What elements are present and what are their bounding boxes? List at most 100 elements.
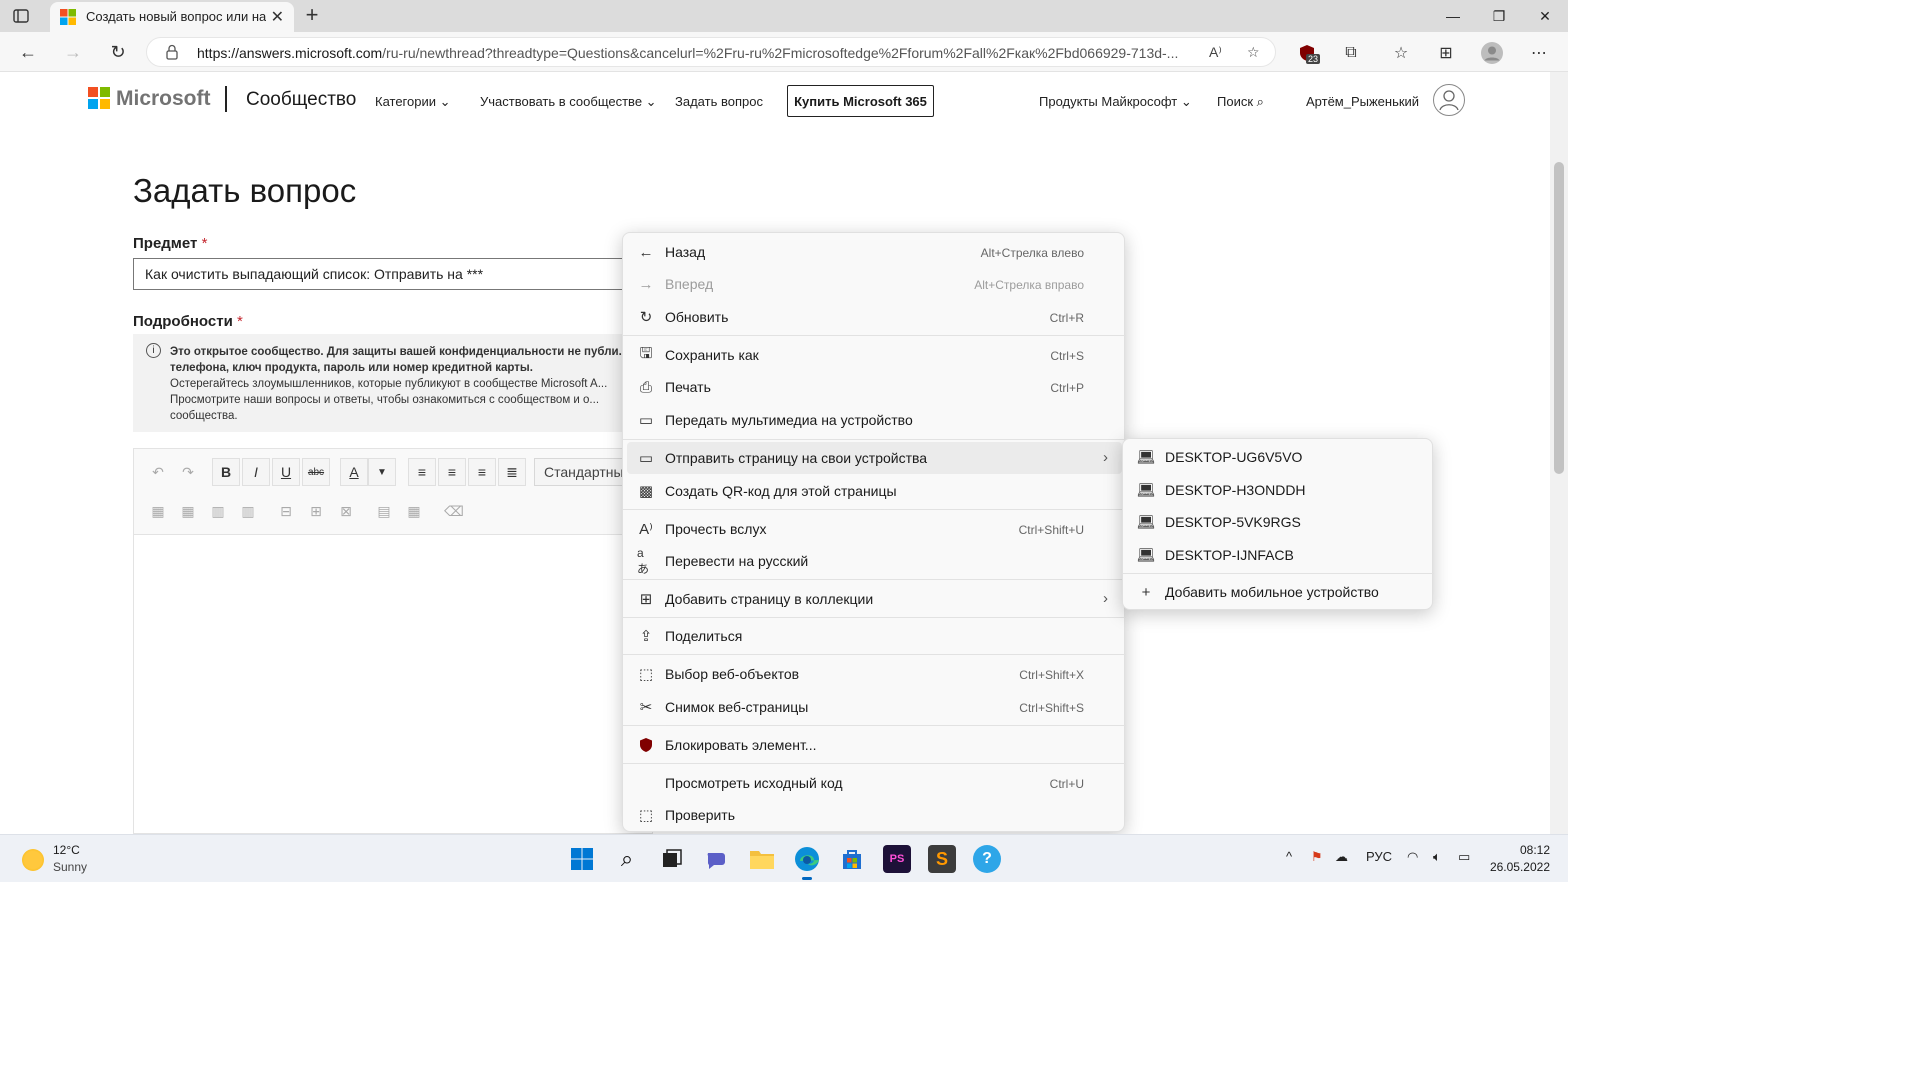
align-left-icon[interactable]: ≡ xyxy=(408,458,436,486)
tab-actions-icon[interactable] xyxy=(12,7,30,25)
align-right-icon[interactable]: ≡ xyxy=(468,458,496,486)
table-cell-icon[interactable]: ▤ xyxy=(370,497,398,525)
menu-item-web-capture[interactable]: ✂ Снимок веб-страницы Ctrl+Shift+S xyxy=(627,691,1122,723)
read-aloud-icon[interactable]: A⁾ xyxy=(1209,44,1227,62)
page-scrollbar[interactable] xyxy=(1550,72,1568,834)
menu-item-save-as[interactable]: 🖫 Сохранить как Ctrl+S xyxy=(627,339,1122,371)
device-item[interactable]: 💻︎ DESKTOP-5VK9RGS xyxy=(1127,506,1430,538)
insert-table-icon[interactable]: ▦ xyxy=(144,497,172,525)
rich-text-editor[interactable]: ↶ ↷ B I U abc A ▼ ≡ ≡ ≡ ≣ Стандартный ▦ … xyxy=(133,448,674,834)
forward-icon[interactable]: → xyxy=(61,40,85,64)
clear-formatting-icon[interactable]: ⌫ xyxy=(440,497,468,525)
menu-item-qr-code[interactable]: ▩ Создать QR-код для этой страницы xyxy=(627,475,1122,507)
italic-icon[interactable]: I xyxy=(242,458,270,486)
more-options-icon[interactable]: ⋯ xyxy=(1528,42,1550,64)
nav-ask-question[interactable]: Задать вопрос xyxy=(675,94,763,109)
edge-browser-icon[interactable] xyxy=(793,845,821,880)
profile-avatar-icon[interactable] xyxy=(1481,42,1503,64)
nav-categories[interactable]: Категории ⌄ xyxy=(375,94,451,110)
table-rows-icon[interactable]: ▦ xyxy=(174,497,202,525)
menu-item-forward[interactable]: → Вперед Alt+Стрелка вправо xyxy=(627,268,1122,300)
volume-icon[interactable]: 🔈︎ xyxy=(1433,849,1441,865)
align-justify-icon[interactable]: ≣ xyxy=(498,458,526,486)
phpstorm-icon[interactable]: PS xyxy=(883,845,911,873)
device-item[interactable]: 💻︎ DESKTOP-IJNFACB xyxy=(1127,539,1430,571)
menu-item-back[interactable]: ← Назад Alt+Стрелка влево xyxy=(627,236,1122,268)
get-help-icon[interactable]: ? xyxy=(973,845,1001,873)
input-language[interactable]: РУС xyxy=(1366,849,1392,864)
strikethrough-icon[interactable]: abc xyxy=(302,458,330,486)
table-grid-icon[interactable]: ▦ xyxy=(400,497,428,525)
sun-weather-icon[interactable] xyxy=(22,849,44,871)
battery-icon[interactable]: ▭ xyxy=(1458,849,1470,865)
search-link[interactable]: Поиск ⌕ xyxy=(1217,94,1264,110)
menu-item-translate[interactable]: aあ Перевести на русский xyxy=(627,545,1122,577)
close-tab-icon[interactable]: ✕ xyxy=(271,7,284,27)
nav-participate[interactable]: Участвовать в сообществе ⌄ xyxy=(480,94,657,110)
back-icon[interactable]: ← xyxy=(16,40,40,64)
menu-item-read-aloud[interactable]: A⁾ Прочесть вслух Ctrl+Shift+U xyxy=(627,513,1122,545)
bold-icon[interactable]: B xyxy=(212,458,240,486)
refresh-icon[interactable]: ↻ xyxy=(106,40,130,64)
font-color-dropdown-icon[interactable]: ▼ xyxy=(368,458,396,486)
task-view-icon[interactable] xyxy=(658,845,686,873)
weather-temperature[interactable]: 12°C xyxy=(53,843,80,857)
system-clock[interactable]: 08:12 26.05.2022 xyxy=(1490,842,1550,876)
microsoft-brand[interactable]: Microsoft xyxy=(116,87,211,111)
table-column-left-icon[interactable]: ▥ xyxy=(204,497,232,525)
show-hidden-icons-icon[interactable]: ^ xyxy=(1286,849,1292,864)
device-item[interactable]: 💻︎ DESKTOP-UG6V5VO xyxy=(1127,441,1430,473)
redo-icon[interactable]: ↷ xyxy=(174,458,202,486)
menu-item-share[interactable]: ⇪ Поделиться xyxy=(627,620,1122,652)
new-tab-button[interactable]: + xyxy=(300,3,324,27)
table-merge-icon[interactable]: ⊟ xyxy=(272,497,300,525)
table-delete-icon[interactable]: ⊠ xyxy=(332,497,360,525)
close-window-button[interactable]: ✕ xyxy=(1522,0,1568,32)
menu-item-view-source[interactable]: Просмотреть исходный код Ctrl+U xyxy=(627,767,1122,799)
underline-icon[interactable]: U xyxy=(272,458,300,486)
align-center-icon[interactable]: ≡ xyxy=(438,458,466,486)
menu-item-refresh[interactable]: ↻ Обновить Ctrl+R xyxy=(627,301,1122,333)
microsoft-logo-icon[interactable] xyxy=(88,87,110,109)
menu-item-cast-media[interactable]: ▭ Передать мультимедиа на устройство xyxy=(627,404,1122,436)
user-avatar-icon[interactable] xyxy=(1433,84,1465,116)
file-explorer-icon[interactable] xyxy=(748,845,776,873)
community-title[interactable]: Сообщество xyxy=(246,89,356,111)
buy-microsoft-365-button[interactable]: Купить Microsoft 365 xyxy=(787,85,934,117)
minimize-button[interactable]: — xyxy=(1430,0,1476,32)
table-column-right-icon[interactable]: ▥ xyxy=(234,497,262,525)
scrollbar-thumb[interactable] xyxy=(1554,162,1564,474)
teams-chat-icon[interactable] xyxy=(703,845,731,873)
menu-item-inspect[interactable]: ⬚ Проверить xyxy=(627,799,1122,831)
menu-item-web-select[interactable]: ⬚ Выбор веб-объектов Ctrl+Shift+X xyxy=(627,658,1122,690)
menu-item-print[interactable]: ⎙ Печать Ctrl+P xyxy=(627,371,1122,403)
lock-icon[interactable] xyxy=(165,44,179,65)
address-bar[interactable]: https://answers.microsoft.com/ru-ru/newt… xyxy=(146,37,1276,67)
ublock-extension-icon[interactable]: 23 xyxy=(1296,42,1321,64)
start-windows-icon[interactable] xyxy=(568,845,596,873)
nav-products[interactable]: Продукты Майкрософт ⌄ xyxy=(1039,94,1192,110)
subject-input[interactable]: Как очистить выпадающий список: Отправит… xyxy=(133,258,653,290)
menu-item-send-to-devices[interactable]: ▭ Отправить страницу на свои устройства … xyxy=(627,442,1122,474)
maximize-button[interactable]: ❐ xyxy=(1476,0,1522,32)
add-favorite-icon[interactable]: ☆ xyxy=(1247,44,1265,62)
user-name[interactable]: Артём_Рыженький xyxy=(1306,94,1419,109)
device-item[interactable]: 💻︎ DESKTOP-H3ONDDH xyxy=(1127,474,1430,506)
browser-tab[interactable]: Создать новый вопрос или на... ✕ xyxy=(50,2,294,32)
menu-item-block-element[interactable]: Блокировать элемент... xyxy=(627,729,1122,761)
search-icon[interactable]: ⌕ xyxy=(613,845,641,873)
weather-condition[interactable]: Sunny xyxy=(53,860,87,874)
sublime-text-icon[interactable]: S xyxy=(928,845,956,873)
flag-notification-icon[interactable]: ⚑ xyxy=(1311,849,1323,865)
extensions-puzzle-icon[interactable]: ⧉ xyxy=(1340,42,1362,64)
undo-icon[interactable]: ↶ xyxy=(144,458,172,486)
add-mobile-device-item[interactable]: + Добавить мобильное устройство xyxy=(1127,576,1430,608)
font-color-icon[interactable]: A xyxy=(340,458,368,486)
menu-item-add-to-collections[interactable]: ⊞ Добавить страницу в коллекции › xyxy=(627,583,1122,615)
favorites-icon[interactable]: ☆ xyxy=(1390,42,1412,64)
table-split-icon[interactable]: ⊞ xyxy=(302,497,330,525)
onedrive-cloud-icon[interactable]: ☁ xyxy=(1335,849,1348,865)
collections-icon[interactable]: ⊞ xyxy=(1435,42,1457,64)
microsoft-store-icon[interactable] xyxy=(838,845,866,873)
wifi-icon[interactable]: ◠ xyxy=(1407,849,1418,865)
